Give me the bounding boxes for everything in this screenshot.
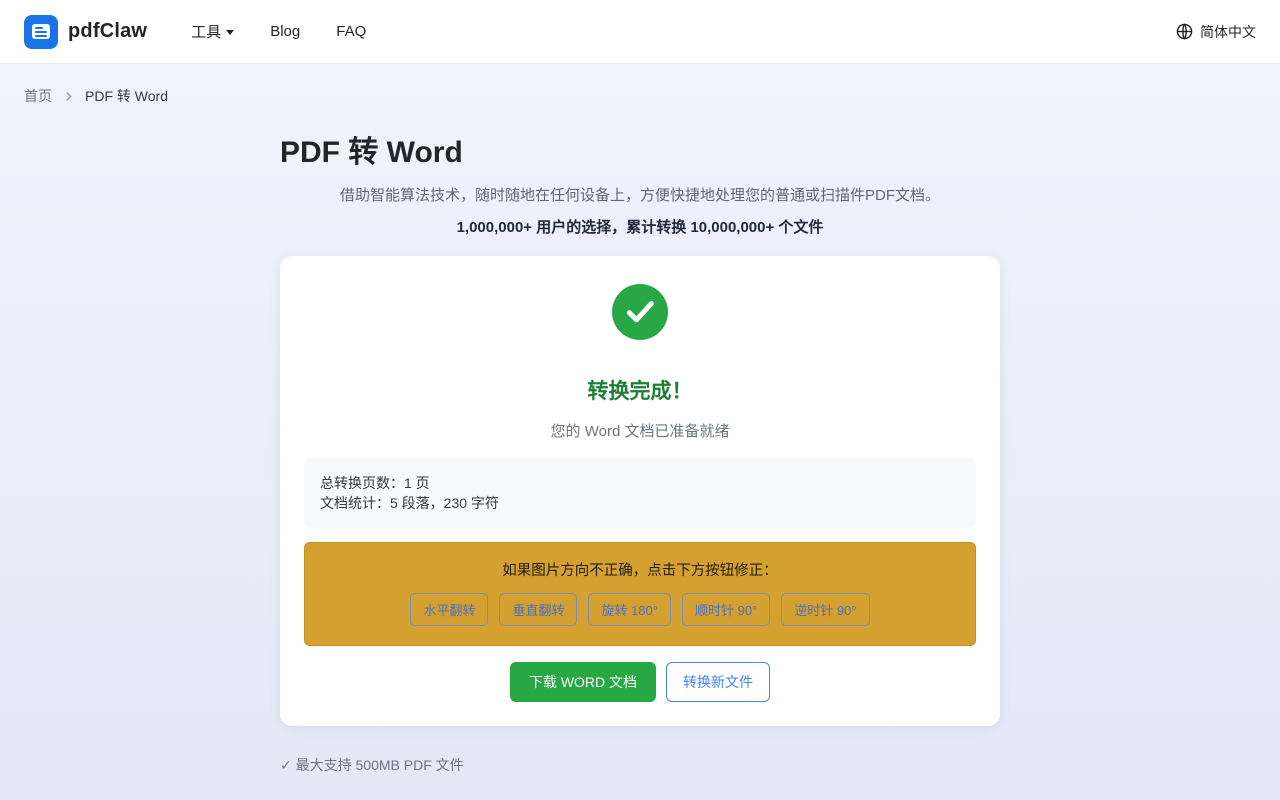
nav-item-blog-label: Blog — [270, 23, 300, 40]
success-check-icon — [612, 284, 668, 340]
action-buttons-row: 下载 WORD 文档 转换新文件 — [304, 662, 976, 702]
flip-vertical-button[interactable]: 垂直翻转 — [499, 593, 577, 626]
converter-section: PDF 转 Word 借助智能算法技术，随时随地在任何设备上，方便快捷地处理您的… — [280, 127, 1000, 775]
usage-stats-line: 1,000,000+ 用户的选择，累计转换 10,000,000+ 个文件 — [280, 216, 1000, 237]
page-title: PDF 转 Word — [280, 127, 1000, 171]
chevron-down-icon — [226, 30, 234, 35]
nav-item-blog[interactable]: Blog — [270, 23, 300, 40]
orientation-buttons-row: 水平翻转 垂直翻转 旋转 180° 顺时针 90° 逆时针 90° — [321, 593, 959, 626]
nav-item-faq[interactable]: FAQ — [336, 23, 366, 40]
nav-item-tools[interactable]: 工具 — [191, 21, 234, 42]
orientation-hint: 如果图片方向不正确，点击下方按钮修正： — [321, 559, 959, 580]
stats-content-line: 文档统计：5 段落，230 字符 — [320, 493, 960, 513]
success-subtitle: 您的 Word 文档已准备就绪 — [304, 420, 976, 441]
chevron-right-icon — [62, 90, 75, 103]
rotate-180-button[interactable]: 旋转 180° — [588, 593, 671, 626]
globe-icon — [1176, 23, 1193, 40]
convert-new-file-button[interactable]: 转换新文件 — [666, 662, 770, 702]
breadcrumb-home[interactable]: 首页 — [24, 86, 52, 106]
nav-item-tools-label: 工具 — [191, 21, 221, 42]
breadcrumb-current: PDF 转 Word — [85, 86, 168, 106]
download-word-button[interactable]: 下载 WORD 文档 — [510, 662, 656, 702]
language-switcher[interactable]: 简体中文 — [1176, 22, 1256, 42]
success-title: 转换完成！ — [304, 375, 976, 405]
breadcrumb: 首页 PDF 转 Word — [0, 64, 1280, 106]
page-subtitle: 借助智能算法技术，随时随地在任何设备上，方便快捷地处理您的普通或扫描件PDF文档… — [280, 184, 1000, 205]
pdfclaw-logo-icon — [24, 15, 58, 49]
nav-links: 工具 Blog FAQ — [191, 21, 366, 42]
rotate-ccw-90-button[interactable]: 逆时针 90° — [781, 593, 869, 626]
conversion-result-card: 转换完成！ 您的 Word 文档已准备就绪 总转换页数：1 页 文档统计：5 段… — [280, 256, 1000, 726]
file-size-limit-note: ✓ 最大支持 500MB PDF 文件 — [280, 755, 1000, 775]
stats-pages-line: 总转换页数：1 页 — [320, 473, 960, 493]
orientation-fix-panel: 如果图片方向不正确，点击下方按钮修正： 水平翻转 垂直翻转 旋转 180° 顺时… — [304, 542, 976, 646]
document-stats-box: 总转换页数：1 页 文档统计：5 段落，230 字符 — [304, 458, 976, 528]
brand-name: pdfClaw — [68, 20, 147, 43]
brand-logo[interactable]: pdfClaw — [24, 15, 147, 49]
rotate-cw-90-button[interactable]: 顺时针 90° — [682, 593, 770, 626]
language-label: 简体中文 — [1200, 22, 1256, 42]
nav-item-faq-label: FAQ — [336, 23, 366, 40]
flip-horizontal-button[interactable]: 水平翻转 — [410, 593, 488, 626]
navbar: pdfClaw 工具 Blog FAQ 简体中文 — [0, 0, 1280, 64]
